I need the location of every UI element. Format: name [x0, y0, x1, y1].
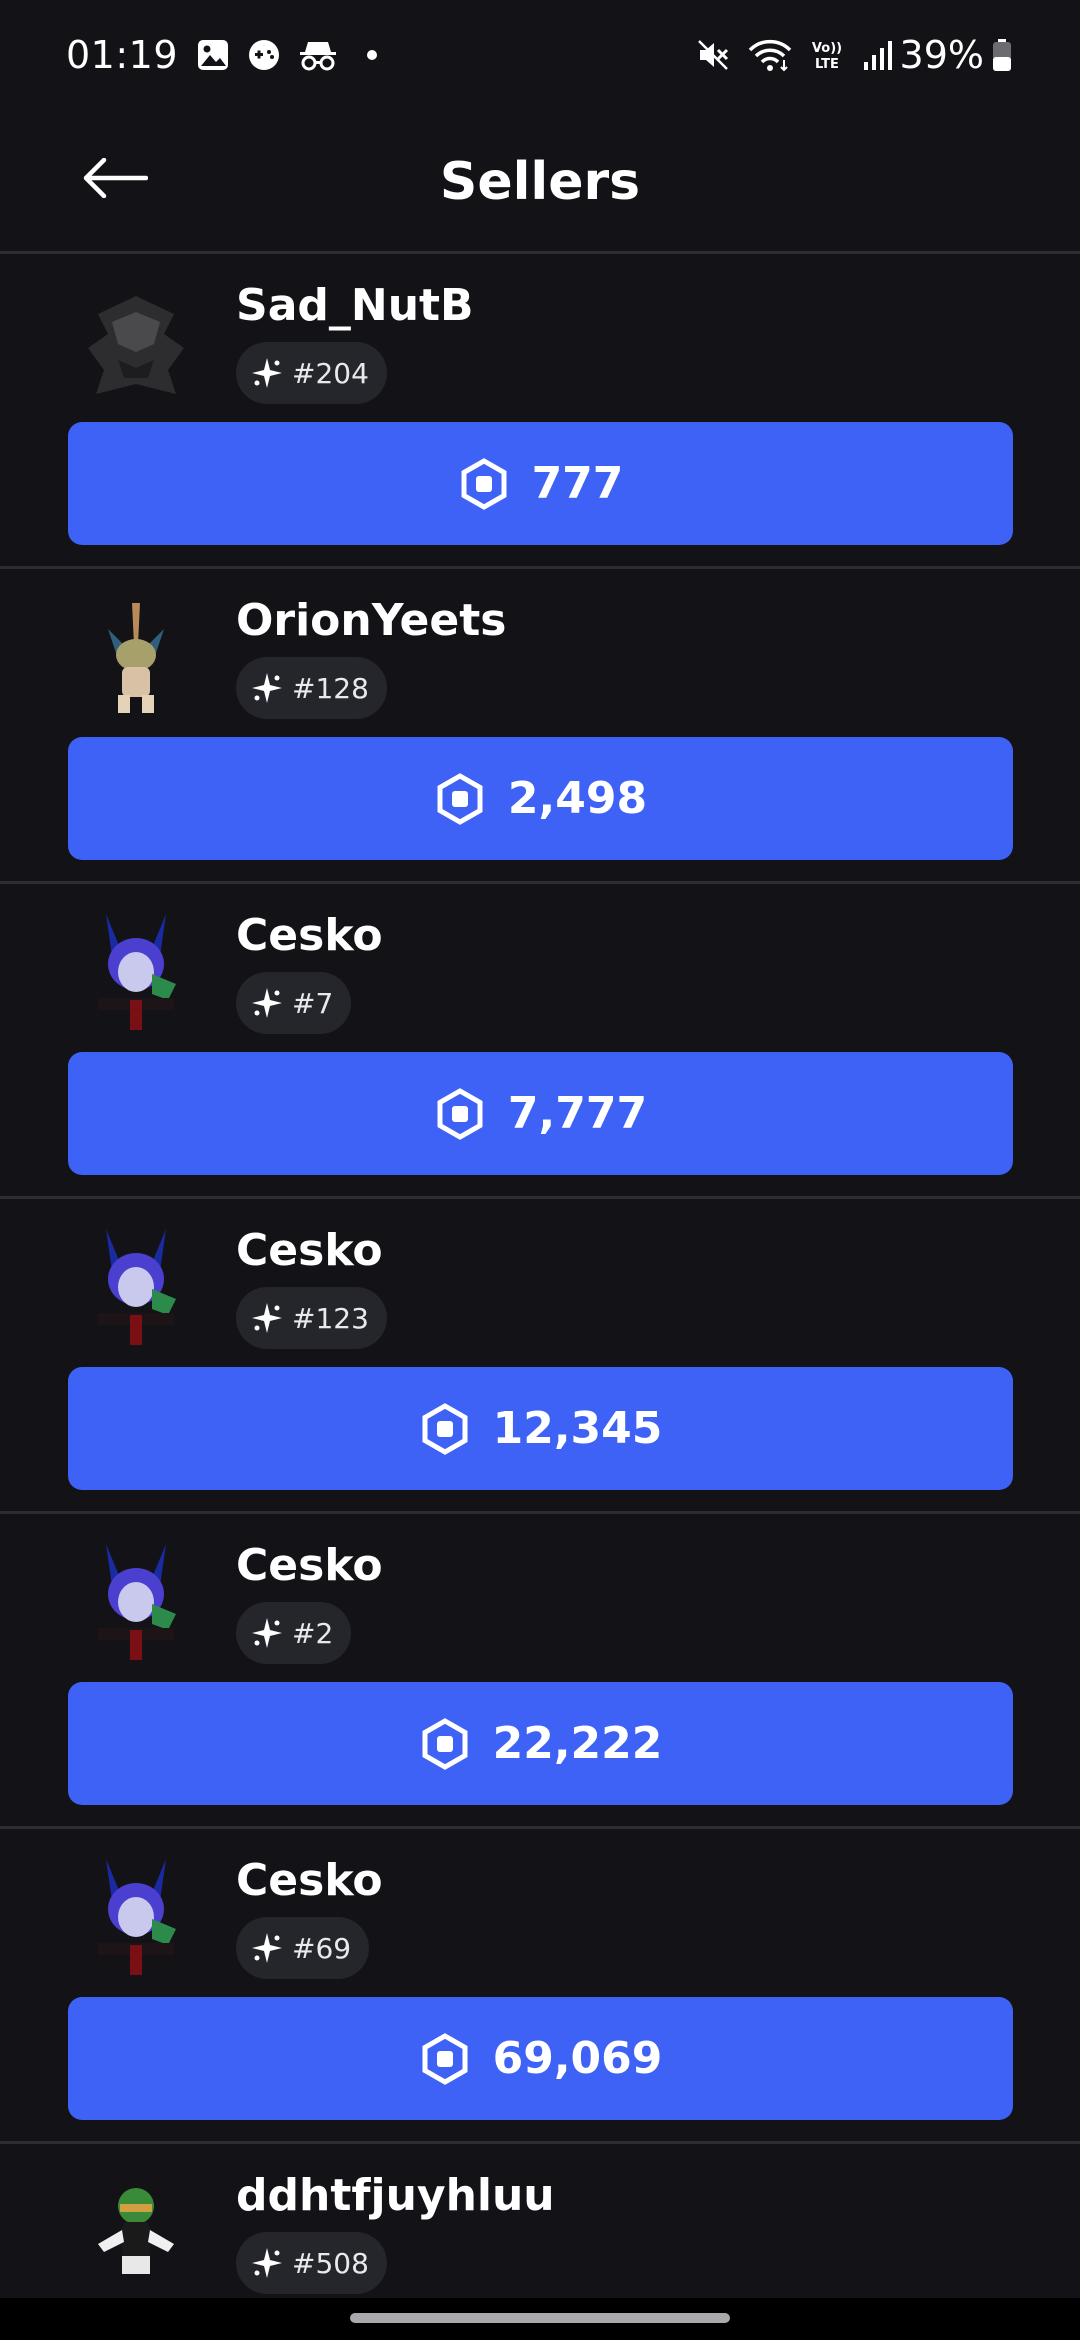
price-value: 69,069 [492, 2033, 663, 2084]
game-controller-icon [248, 39, 280, 71]
seller-avatar[interactable] [68, 274, 204, 410]
rank-badge: #128 [236, 657, 387, 719]
rank-badge: #123 [236, 1287, 387, 1349]
seller-name: ddhtfjuyhluu [236, 2170, 555, 2221]
rank-number: #508 [292, 2246, 369, 2280]
status-time: 01:19 [66, 33, 179, 77]
seller-item: Cesko #7 7,777 [0, 884, 1080, 1199]
sparkle-icon [250, 356, 284, 390]
sparkle-icon [250, 1931, 284, 1965]
buy-price-button[interactable]: 69,069 [68, 1997, 1013, 2120]
sparkle-icon [250, 986, 284, 1020]
svg-text:Vo)): Vo)) [811, 41, 841, 56]
rank-badge: #508 [236, 2232, 387, 2294]
rank-number: #128 [292, 671, 369, 705]
seller-avatar[interactable] [68, 589, 204, 725]
svg-text:LTE: LTE [815, 57, 839, 72]
price-value: 2,498 [507, 773, 648, 824]
status-right: Vo)) LTE 39% [678, 33, 1012, 77]
seller-item: Cesko #123 12,345 [0, 1199, 1080, 1514]
price-value: 22,222 [492, 1718, 663, 1769]
sparkle-icon [250, 1616, 284, 1650]
price-value: 777 [531, 458, 624, 509]
rank-badge: #2 [236, 1602, 352, 1664]
dot-icon [366, 49, 378, 61]
robux-icon [419, 1402, 471, 1455]
robux-icon [434, 1087, 486, 1140]
rank-number: #204 [292, 356, 369, 390]
rank-number: #69 [292, 1931, 352, 1965]
volte-icon: Vo)) LTE [810, 38, 844, 72]
seller-avatar[interactable] [68, 1849, 204, 1985]
seller-item: ddhtfjuyhluu #508 [0, 2144, 1080, 2304]
wifi-icon [748, 38, 792, 72]
seller-name: Sad_NutB [236, 280, 474, 331]
rank-number: #2 [292, 1616, 334, 1650]
seller-list: Sad_NutB #204 777 OrionYeets #128 2,498 … [0, 254, 1080, 2304]
seller-name: Cesko [236, 1540, 383, 1591]
page-title: Sellers [439, 152, 641, 212]
seller-item: Sad_NutB #204 777 [0, 254, 1080, 569]
seller-item: Cesko #2 22,222 [0, 1514, 1080, 1829]
rank-badge: #69 [236, 1917, 370, 1979]
buy-price-button[interactable]: 777 [68, 422, 1013, 545]
seller-item: Cesko #69 69,069 [0, 1829, 1080, 2144]
seller-avatar[interactable] [68, 1534, 204, 1670]
status-left: 01:19 [66, 33, 378, 77]
status-bar: 01:19 Vo)) LTE 39% [0, 0, 1080, 110]
buy-price-button[interactable]: 12,345 [68, 1367, 1013, 1490]
rank-number: #7 [292, 986, 334, 1020]
buy-price-button[interactable]: 22,222 [68, 1682, 1013, 1805]
mute-icon [696, 38, 730, 72]
system-nav-bar [0, 2298, 1080, 2340]
seller-avatar[interactable] [68, 2164, 204, 2300]
seller-name: OrionYeets [236, 595, 507, 646]
app-bar: Sellers [0, 110, 1080, 254]
gallery-icon [196, 38, 230, 72]
sparkle-icon [250, 671, 284, 705]
robux-icon [458, 457, 510, 510]
seller-item: OrionYeets #128 2,498 [0, 569, 1080, 884]
rank-badge: #204 [236, 342, 387, 404]
incognito-icon [298, 38, 338, 72]
price-value: 12,345 [492, 1403, 663, 1454]
buy-price-button[interactable]: 2,498 [68, 737, 1013, 860]
home-indicator[interactable] [350, 2313, 730, 2323]
robux-icon [419, 2032, 471, 2085]
seller-avatar[interactable] [68, 1219, 204, 1355]
battery-icon [992, 38, 1012, 72]
price-value: 7,777 [507, 1088, 648, 1139]
battery-percent: 39% [899, 33, 984, 77]
seller-name: Cesko [236, 1855, 383, 1906]
sellers-screen: 01:19 Vo)) LTE 39% Sellers Sad_NutB #204… [0, 0, 1080, 2340]
robux-icon [434, 772, 486, 825]
sparkle-icon [250, 2246, 284, 2280]
rank-number: #123 [292, 1301, 369, 1335]
buy-price-button[interactable]: 7,777 [68, 1052, 1013, 1175]
signal-icon [862, 38, 894, 72]
seller-name: Cesko [236, 910, 383, 961]
sparkle-icon [250, 1301, 284, 1335]
robux-icon [419, 1717, 471, 1770]
seller-name: Cesko [236, 1225, 383, 1276]
rank-badge: #7 [236, 972, 352, 1034]
seller-avatar[interactable] [68, 904, 204, 1040]
